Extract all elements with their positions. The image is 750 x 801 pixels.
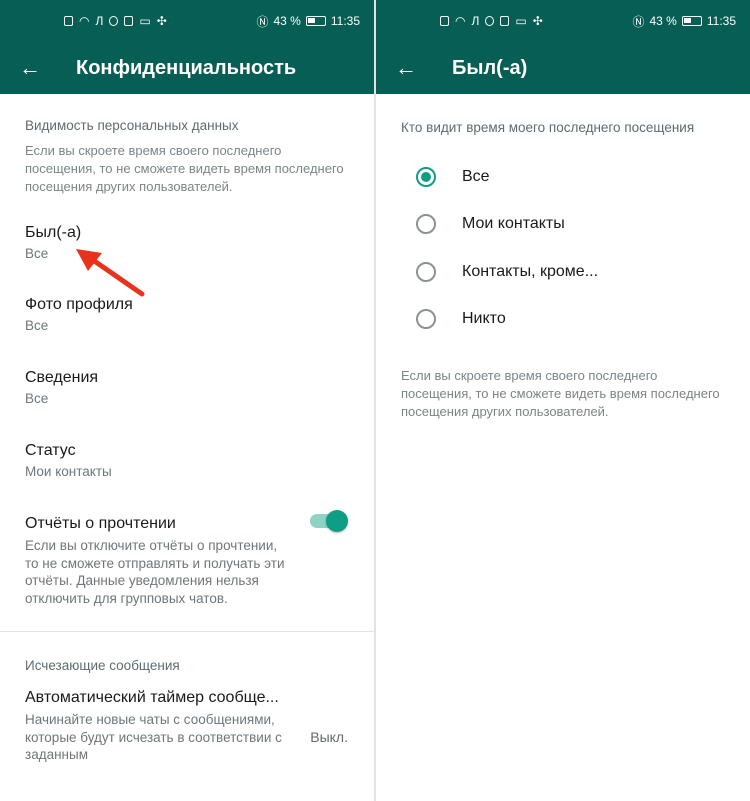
toggle-knob	[326, 510, 348, 532]
privacy-screen: ◠ Л ▭ ✣ Ⓝ 43 % 11:35 ← Конфиденциальност…	[0, 0, 374, 801]
about-item[interactable]: Сведения Все	[0, 369, 374, 406]
option-label: Мои контакты	[462, 215, 565, 233]
about-title: Сведения	[25, 369, 99, 386]
auto-timer-value: Выкл.	[310, 729, 348, 745]
page-title: Конфиденциальность	[76, 56, 297, 79]
auto-timer-row[interactable]: Автоматический таймер сообще... Начинайт…	[0, 689, 374, 764]
cast-icon: ▭	[139, 14, 151, 28]
app-bar: ← Конфиденциальность	[0, 42, 374, 94]
option-my-contacts[interactable]: Мои контакты	[376, 201, 750, 249]
profile-photo-value: Все	[25, 318, 49, 333]
option-label: Контакты, кроме...	[462, 262, 599, 280]
app-o-icon	[109, 16, 119, 26]
annotation-arrow-icon	[76, 249, 145, 297]
battery-percent: 43 %	[649, 14, 677, 28]
notification-icons: ◠ Л ▭ ✣	[440, 14, 543, 28]
radio-everyone[interactable]	[416, 166, 436, 187]
read-receipts-title: Отчёты о прочтении	[25, 515, 176, 532]
question-header: Кто видит время моего последнего посещен…	[401, 120, 695, 135]
disappearing-header: Исчезающие сообщения	[25, 658, 180, 673]
last-seen-title: Был(-а)	[25, 224, 82, 241]
option-nobody[interactable]: Никто	[376, 296, 750, 344]
app-square-icon	[124, 16, 134, 26]
status-right: Ⓝ 43 % 11:35	[256, 13, 360, 30]
option-label: Никто	[462, 310, 506, 328]
auto-timer-desc: Начинайте новые чаты с сообщениями, кото…	[25, 712, 282, 762]
status-title: Статус	[25, 442, 76, 459]
battery-icon	[681, 16, 702, 26]
back-arrow-icon[interactable]: ←	[376, 42, 436, 94]
radio-nobody[interactable]	[416, 309, 436, 330]
last-seen-screen: ◠ Л ▭ ✣ Ⓝ 43 % 11:35 ← Был(-а) Кто видит…	[376, 0, 750, 801]
read-receipts-desc: Если вы отключите отчёты о прочтении, то…	[25, 538, 285, 606]
battery-icon	[305, 16, 326, 26]
status-bar: ◠ Л ▭ ✣ Ⓝ 43 % 11:35	[0, 0, 374, 42]
status-item[interactable]: Статус Мои контакты	[0, 442, 374, 479]
option-label: Все	[462, 167, 490, 185]
read-receipts-row[interactable]: Отчёты о прочтении Если вы отключите отч…	[0, 510, 374, 607]
app-l-icon: Л	[471, 14, 480, 28]
option-everyone[interactable]: Все	[376, 153, 750, 201]
app-bar: ← Был(-а)	[376, 42, 750, 94]
app-o-icon	[485, 16, 495, 26]
last-seen-hint: Если вы скроете время своего последнего …	[401, 368, 720, 419]
last-seen-item[interactable]: Был(-а) Все	[0, 224, 374, 261]
about-value: Все	[25, 391, 49, 406]
app-l-icon: Л	[95, 14, 104, 28]
sim-icon	[64, 16, 73, 26]
visibility-header: Видимость персональных данных	[25, 118, 239, 133]
nfc-icon: Ⓝ	[256, 14, 269, 29]
status-value: Мои контакты	[25, 464, 112, 479]
clock: 11:35	[706, 14, 736, 28]
wifi-icon: ◠	[455, 14, 466, 28]
app-square-icon	[500, 16, 510, 26]
radio-my-contacts[interactable]	[416, 214, 436, 235]
section-divider	[0, 631, 374, 632]
battery-percent: 43 %	[273, 14, 301, 28]
status-bar: ◠ Л ▭ ✣ Ⓝ 43 % 11:35	[376, 0, 750, 42]
profile-photo-item[interactable]: Фото профиля Все	[0, 296, 374, 333]
slack-icon: ✣	[532, 14, 543, 28]
page-title: Был(-а)	[452, 56, 528, 79]
cast-icon: ▭	[515, 14, 527, 28]
visibility-hint: Если вы скроете время своего последнего …	[25, 143, 344, 194]
back-arrow-icon[interactable]: ←	[0, 42, 60, 94]
radio-contacts-except[interactable]	[416, 261, 436, 282]
notification-icons: ◠ Л ▭ ✣	[64, 14, 167, 28]
slack-icon: ✣	[156, 14, 167, 28]
option-contacts-except[interactable]: Контакты, кроме...	[376, 248, 750, 296]
auto-timer-title: Автоматический таймер сообще...	[25, 689, 279, 706]
read-receipts-toggle[interactable]	[310, 510, 348, 532]
sim-icon	[440, 16, 449, 26]
nfc-icon: Ⓝ	[632, 14, 645, 29]
clock: 11:35	[330, 14, 360, 28]
wifi-icon: ◠	[79, 14, 90, 28]
status-right: Ⓝ 43 % 11:35	[632, 13, 736, 30]
visibility-options: Все Мои контакты Контакты, кроме... Никт…	[376, 153, 750, 343]
